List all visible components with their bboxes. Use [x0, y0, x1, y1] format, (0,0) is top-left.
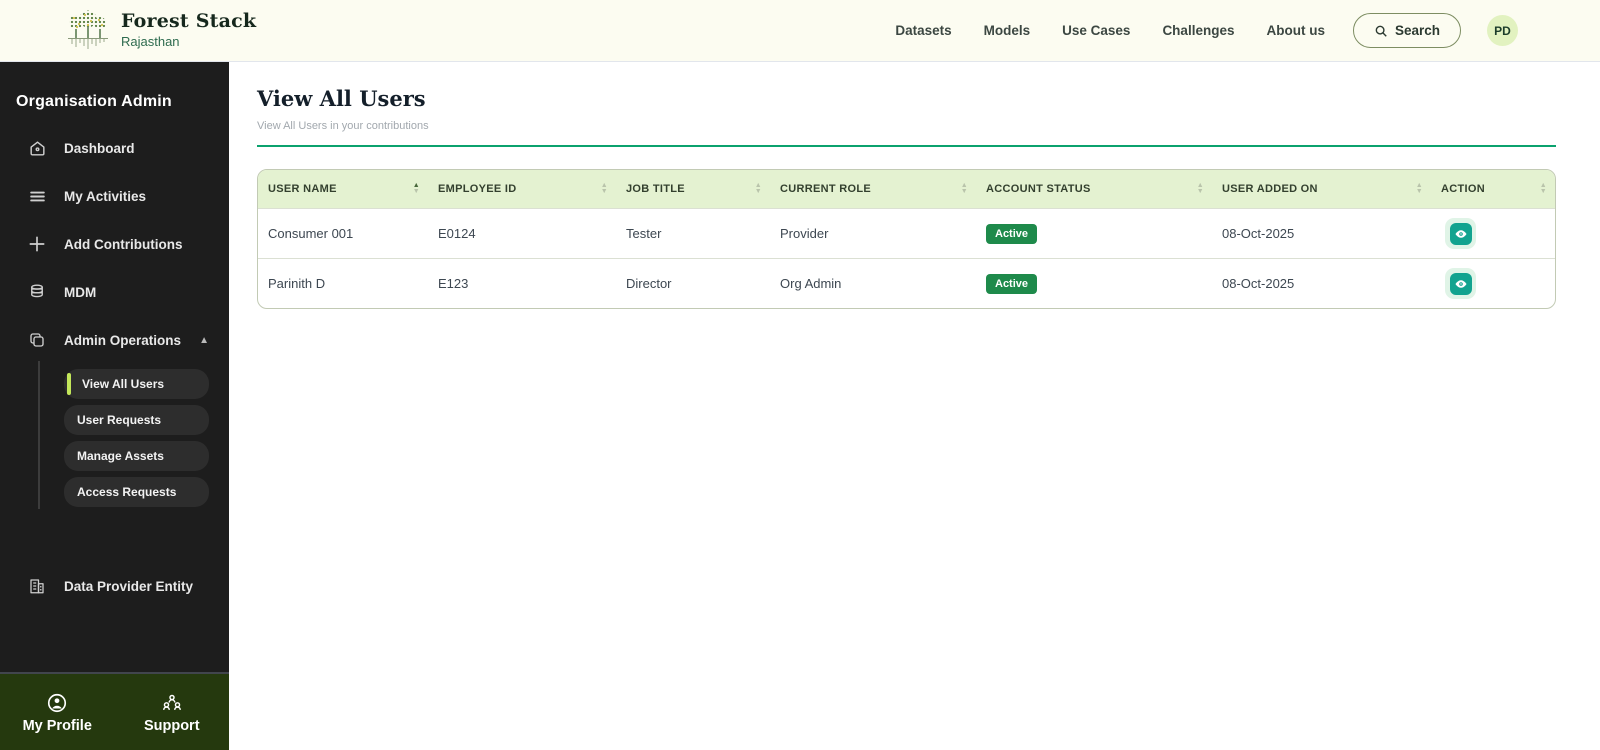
view-user-button[interactable]	[1445, 268, 1476, 299]
view-user-button[interactable]	[1445, 218, 1476, 249]
sidebar-subitem-manage-assets[interactable]: Manage Assets	[64, 441, 209, 471]
column-header-user-name[interactable]: USER NAME ▲ ▼	[258, 170, 428, 208]
main-content: View All Users View All Users in your co…	[229, 62, 1600, 750]
home-icon	[27, 138, 47, 158]
plus-icon	[27, 234, 47, 254]
brand-logo[interactable]: Forest Stack Rajasthan	[66, 8, 256, 54]
cell-account-status: Active	[976, 273, 1212, 294]
nav-models[interactable]: Models	[984, 23, 1031, 38]
support-button[interactable]: Support	[115, 674, 230, 750]
sort-icon[interactable]: ▲ ▼	[1416, 182, 1423, 195]
cell-user-name: Consumer 001	[268, 226, 354, 241]
nav-challenges[interactable]: Challenges	[1162, 23, 1234, 38]
person-circle-icon	[46, 692, 68, 714]
accent-divider	[257, 145, 1556, 147]
cell-account-status: Active	[976, 223, 1212, 244]
nav-about-us[interactable]: About us	[1266, 23, 1325, 38]
page-title: View All Users	[257, 86, 426, 111]
eye-icon[interactable]	[1449, 222, 1472, 245]
brand-name: Forest Stack	[121, 10, 257, 33]
list-icon	[27, 186, 47, 206]
column-header-account-status[interactable]: ACCOUNT STATUS ▲ ▼	[976, 170, 1212, 208]
search-button[interactable]: Search	[1352, 13, 1461, 48]
sidebar-subitem-view-all-users[interactable]: View All Users	[64, 369, 209, 399]
brand-region: Rajasthan	[121, 33, 180, 49]
database-icon	[27, 282, 47, 302]
top-nav: Datasets Models Use Cases Challenges Abo…	[895, 13, 1600, 48]
sidebar: Organisation Admin Dashboard My Activiti…	[0, 62, 229, 750]
sidebar-item-label: My Activities	[64, 188, 147, 204]
sort-icon[interactable]: ▲ ▼	[1540, 182, 1547, 195]
sort-icon[interactable]: ▲ ▼	[1197, 182, 1204, 195]
sort-icon[interactable]: ▲ ▼	[601, 182, 608, 195]
my-profile-button[interactable]: My Profile	[0, 674, 115, 750]
sidebar-item-label: Data Provider Entity	[64, 578, 194, 594]
cell-action	[1431, 268, 1555, 299]
sort-icon[interactable]: ▲ ▼	[961, 182, 968, 195]
users-table: USER NAME ▲ ▼ EMPLOYEE ID ▲ ▼ JOB TITLE ▲ ▼…	[257, 169, 1556, 309]
support-label: Support	[143, 718, 200, 734]
cell-employee-id: E123	[438, 276, 469, 291]
sidebar-item-add-contributions[interactable]: Add Contributions	[0, 223, 229, 265]
column-header-employee-id[interactable]: EMPLOYEE ID ▲ ▼	[428, 170, 616, 208]
column-header-job-title[interactable]: JOB TITLE ▲ ▼	[616, 170, 770, 208]
user-avatar[interactable]: PD	[1487, 15, 1518, 46]
my-profile-label: My Profile	[22, 718, 92, 734]
chevron-up-icon[interactable]: ▲	[199, 335, 209, 346]
status-badge: Active	[986, 273, 1038, 294]
table-row: Parinith D E123 Director Org Admin Activ…	[258, 258, 1555, 308]
copy-icon	[27, 330, 47, 350]
top-bar: Forest Stack Rajasthan Datasets Models U…	[0, 0, 1600, 62]
cell-user-added-on: 08-Oct-2025	[1222, 276, 1295, 291]
admin-operations-submenu: View All Users User Requests Manage Asse…	[0, 361, 229, 519]
nav-use-cases[interactable]: Use Cases	[1062, 23, 1130, 38]
sidebar-item-data-provider-entity[interactable]: Data Provider Entity	[0, 565, 229, 607]
sidebar-item-label: Add Contributions	[64, 236, 183, 252]
cell-current-role: Provider	[780, 226, 829, 241]
column-header-current-role[interactable]: CURRENT ROLE ▲ ▼	[770, 170, 976, 208]
cell-current-role: Org Admin	[780, 276, 842, 291]
cell-job-title: Director	[626, 276, 672, 291]
status-badge: Active	[986, 223, 1038, 244]
cell-user-name: Parinith D	[268, 276, 326, 291]
sidebar-item-mdm[interactable]: MDM	[0, 271, 229, 313]
table-row: Consumer 001 E0124 Tester Provider Activ…	[258, 208, 1555, 258]
sort-icon[interactable]: ▲ ▼	[755, 182, 762, 195]
cell-employee-id: E0124	[438, 226, 476, 241]
cell-job-title: Tester	[626, 226, 662, 241]
page-subtitle: View All Users in your contributions	[257, 120, 429, 132]
cell-user-added-on: 08-Oct-2025	[1222, 226, 1295, 241]
sidebar-subitem-user-requests[interactable]: User Requests	[64, 405, 209, 435]
cell-action	[1431, 218, 1555, 249]
sidebar-item-label: Dashboard	[64, 140, 135, 156]
eye-icon[interactable]	[1449, 272, 1472, 295]
sidebar-heading: Organisation Admin	[16, 93, 172, 110]
column-header-action[interactable]: ACTION ▲ ▼	[1431, 170, 1555, 208]
forest-trees-logo-icon	[66, 8, 110, 54]
search-icon	[1374, 24, 1388, 38]
sidebar-footer: My Profile Support	[0, 672, 229, 750]
building-icon	[27, 576, 47, 596]
table-header-row: USER NAME ▲ ▼ EMPLOYEE ID ▲ ▼ JOB TITLE ▲ ▼…	[258, 170, 1555, 208]
sidebar-item-label: MDM	[64, 284, 97, 300]
sidebar-subitem-access-requests[interactable]: Access Requests	[64, 477, 209, 507]
sort-icon[interactable]: ▲ ▼	[413, 182, 420, 195]
sidebar-item-admin-operations[interactable]: Admin Operations ▲	[0, 319, 229, 361]
search-label: Search	[1394, 23, 1440, 38]
nav-datasets[interactable]: Datasets	[895, 23, 951, 38]
column-header-user-added-on[interactable]: USER ADDED ON ▲ ▼	[1212, 170, 1431, 208]
sidebar-item-dashboard[interactable]: Dashboard	[0, 127, 229, 169]
sidebar-item-label: Admin Operations	[64, 332, 182, 348]
sidebar-item-my-activities[interactable]: My Activities	[0, 175, 229, 217]
people-group-icon	[161, 692, 183, 714]
